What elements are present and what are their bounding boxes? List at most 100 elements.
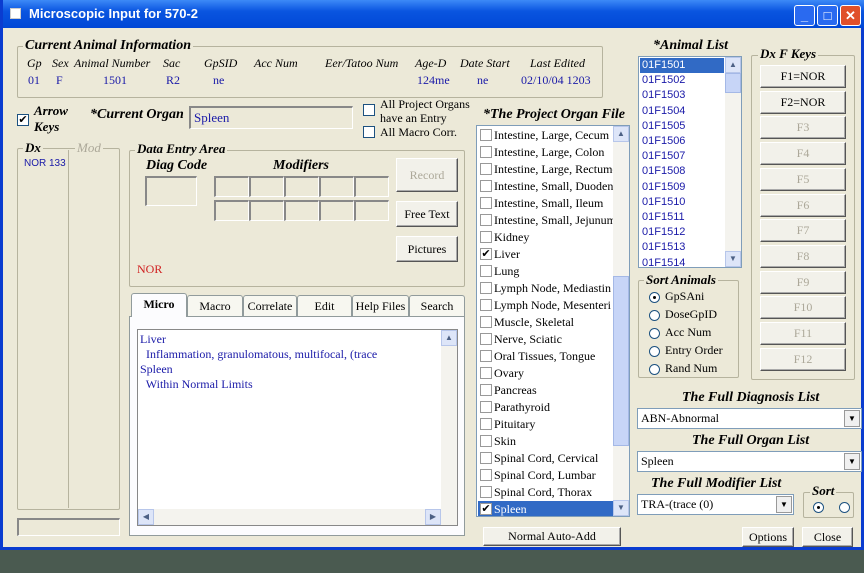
- modifier-field[interactable]: [249, 176, 284, 197]
- organ-list-item[interactable]: Muscle, Skeletal: [478, 314, 614, 331]
- full-modifier-select[interactable]: TRA-(trace (0) ▼: [637, 494, 794, 515]
- arrow-keys-checkbox[interactable]: ✔: [17, 114, 29, 126]
- organ-list-item[interactable]: Intestine, Small, Ileum: [478, 195, 614, 212]
- animal-list-item[interactable]: 01F1513: [640, 240, 724, 255]
- fkey-5-button[interactable]: F5: [760, 167, 846, 191]
- micro-hscroll[interactable]: ◀ ▶: [138, 509, 457, 525]
- organ-checkbox[interactable]: [480, 418, 492, 430]
- organ-checkbox[interactable]: [480, 384, 492, 396]
- all-macro-corr-checkbox[interactable]: [363, 126, 375, 138]
- organ-list-item[interactable]: Intestine, Small, Duoden: [478, 178, 614, 195]
- organ-checkbox[interactable]: [480, 282, 492, 294]
- animal-list-item[interactable]: 01F1503: [640, 88, 724, 103]
- sort-radio-2[interactable]: [839, 502, 850, 513]
- fkey-10-button[interactable]: F10: [760, 296, 846, 320]
- organ-checkbox[interactable]: [480, 316, 492, 328]
- animal-list-scrollbar[interactable]: ▲ ▼: [725, 57, 741, 267]
- scroll-left-icon[interactable]: ◀: [138, 509, 154, 525]
- organ-list-item[interactable]: Pancreas: [478, 382, 614, 399]
- modifier-field[interactable]: [354, 176, 389, 197]
- modifier-field[interactable]: [354, 200, 389, 221]
- scroll-up-icon[interactable]: ▲: [613, 126, 629, 142]
- sort-animals-radio[interactable]: [649, 364, 660, 375]
- full-organ-select[interactable]: Spleen ▼: [637, 451, 862, 472]
- organ-checkbox[interactable]: [480, 452, 492, 464]
- organ-list-item[interactable]: Parathyroid: [478, 399, 614, 416]
- fkey-4-button[interactable]: F4: [760, 142, 846, 166]
- organ-list-item[interactable]: Intestine, Large, Cecum: [478, 127, 614, 144]
- modifier-field[interactable]: [214, 176, 249, 197]
- micro-text-area[interactable]: Liver Inflammation, granulomatous, multi…: [137, 329, 458, 526]
- organ-list-item[interactable]: Lung: [478, 263, 614, 280]
- current-organ-field[interactable]: Spleen: [189, 106, 353, 129]
- tab-edit[interactable]: Edit: [297, 295, 352, 316]
- organ-checkbox[interactable]: [480, 163, 492, 175]
- animal-list-item[interactable]: 01F1504: [640, 104, 724, 119]
- fkey-7-button[interactable]: F7: [760, 219, 846, 243]
- tab-search[interactable]: Search: [409, 295, 465, 316]
- dx-item[interactable]: NOR 133: [24, 158, 66, 169]
- maximize-button[interactable]: □: [817, 5, 838, 26]
- organ-checkbox[interactable]: [480, 486, 492, 498]
- organ-checkbox[interactable]: [480, 401, 492, 413]
- scroll-down-icon[interactable]: ▼: [725, 251, 741, 267]
- animal-list-item[interactable]: 01F1506: [640, 134, 724, 149]
- scroll-down-icon[interactable]: ▼: [613, 500, 629, 516]
- micro-vscroll[interactable]: ▲: [441, 330, 457, 509]
- free-text-button[interactable]: Free Text: [396, 201, 458, 227]
- scroll-thumb[interactable]: [725, 73, 741, 93]
- normal-auto-add-button[interactable]: Normal Auto-Add: [483, 527, 621, 546]
- sort-animals-radio[interactable]: [649, 346, 660, 357]
- modifier-field[interactable]: [249, 200, 284, 221]
- animal-list-item[interactable]: 01F1509: [640, 180, 724, 195]
- organ-checkbox[interactable]: [480, 231, 492, 243]
- full-diagnosis-select[interactable]: ABN-Abnormal ▼: [637, 408, 862, 429]
- organ-list-scrollbar[interactable]: ▲ ▼: [613, 126, 629, 516]
- organ-list-item[interactable]: ✔ Liver: [478, 246, 614, 263]
- organ-list-item[interactable]: Kidney: [478, 229, 614, 246]
- sort-radio-1[interactable]: [813, 502, 824, 513]
- fkey-2-button[interactable]: F2=NOR: [760, 90, 846, 114]
- fkey-12-button[interactable]: F12: [760, 347, 846, 371]
- close-button[interactable]: Close: [802, 527, 853, 547]
- organ-checkbox[interactable]: [480, 469, 492, 481]
- animal-list-item[interactable]: 01F1511: [640, 210, 724, 225]
- record-button[interactable]: Record: [396, 158, 458, 192]
- organ-list-item[interactable]: Pituitary: [478, 416, 614, 433]
- chevron-down-icon[interactable]: ▼: [844, 453, 860, 470]
- all-project-organs-checkbox[interactable]: [363, 104, 375, 116]
- minimize-button[interactable]: _: [794, 5, 815, 26]
- animal-list-item[interactable]: 01F1512: [640, 225, 724, 240]
- organ-checkbox[interactable]: [480, 197, 492, 209]
- sort-animals-radio[interactable]: [649, 292, 660, 303]
- fkey-6-button[interactable]: F6: [760, 193, 846, 217]
- organ-checkbox[interactable]: [480, 129, 492, 141]
- tab-correlate[interactable]: Correlate: [243, 295, 297, 316]
- organ-checkbox[interactable]: [480, 146, 492, 158]
- options-button[interactable]: Options: [742, 527, 794, 547]
- organ-checkbox[interactable]: ✔: [480, 248, 492, 260]
- fkey-8-button[interactable]: F8: [760, 244, 846, 268]
- organ-list-item[interactable]: Spinal Cord, Lumbar: [478, 467, 614, 484]
- scroll-up-icon[interactable]: ▲: [441, 330, 457, 346]
- organ-file-list[interactable]: Intestine, Large, Cecum Intestine, Large,…: [476, 125, 630, 517]
- organ-checkbox[interactable]: [480, 367, 492, 379]
- organ-list-item[interactable]: Spinal Cord, Cervical: [478, 450, 614, 467]
- organ-list-item[interactable]: Nerve, Sciatic: [478, 331, 614, 348]
- scroll-up-icon[interactable]: ▲: [725, 57, 741, 73]
- modifier-field[interactable]: [284, 200, 319, 221]
- organ-checkbox[interactable]: [480, 214, 492, 226]
- organ-list-item[interactable]: Spinal Cord, Thorax: [478, 484, 614, 501]
- organ-list-item[interactable]: Lymph Node, Mediastin: [478, 280, 614, 297]
- fkey-3-button[interactable]: F3: [760, 116, 846, 140]
- organ-checkbox[interactable]: [480, 265, 492, 277]
- animal-list-item[interactable]: 01F1501: [640, 58, 724, 73]
- scroll-right-icon[interactable]: ▶: [425, 509, 441, 525]
- organ-checkbox[interactable]: [480, 180, 492, 192]
- animal-list-item[interactable]: 01F1510: [640, 195, 724, 210]
- fkey-11-button[interactable]: F11: [760, 322, 846, 345]
- organ-checkbox[interactable]: [480, 333, 492, 345]
- organ-checkbox[interactable]: [480, 299, 492, 311]
- organ-list-item[interactable]: Oral Tissues, Tongue: [478, 348, 614, 365]
- chevron-down-icon[interactable]: ▼: [844, 410, 860, 427]
